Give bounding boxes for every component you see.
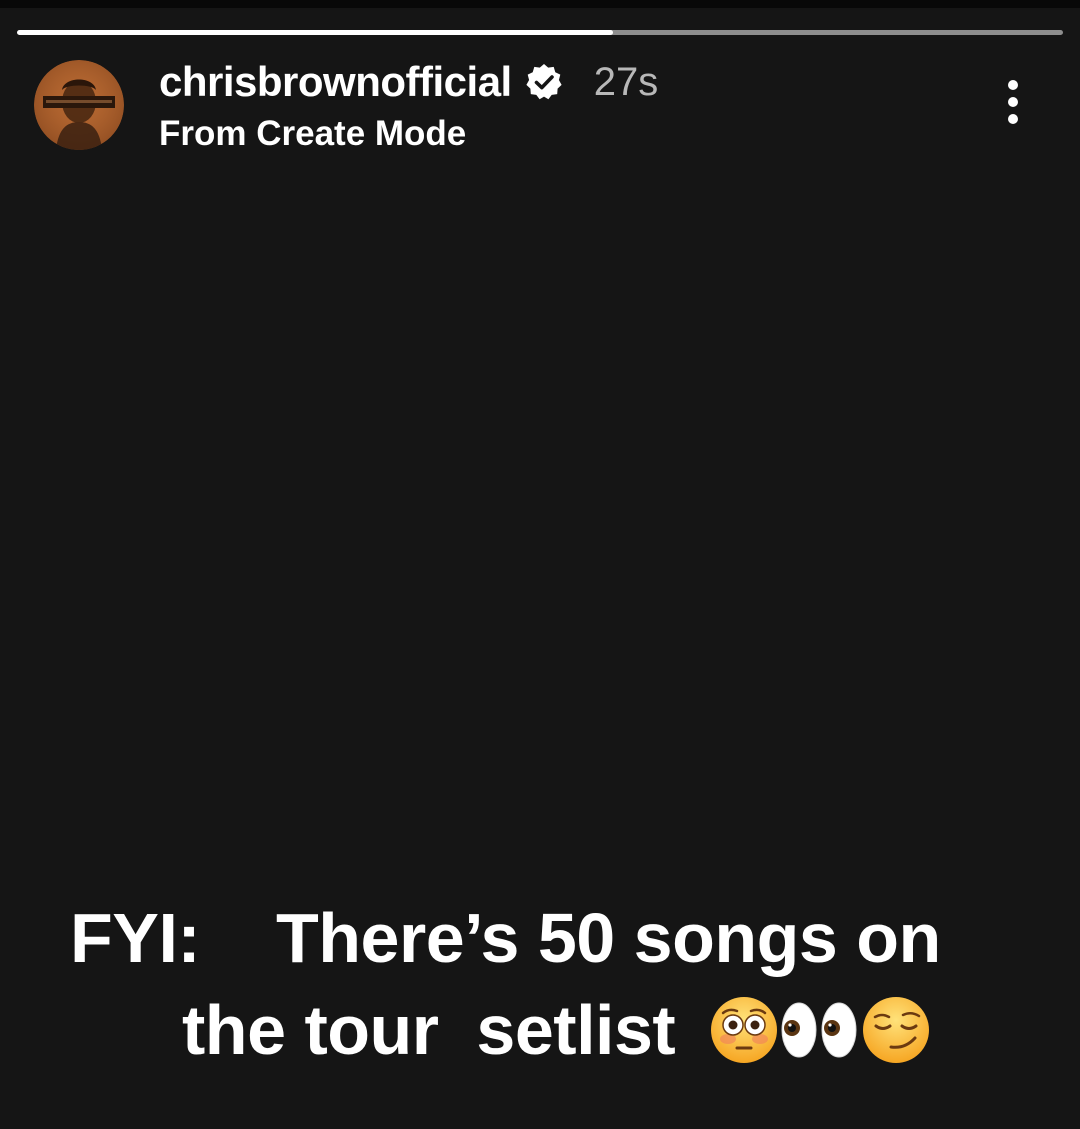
more-vertical-icon-dot [1008, 114, 1018, 124]
caption-text-2: the tour setlist [182, 991, 676, 1069]
caption-fyi-label: FYI: [70, 899, 201, 977]
avatar-image [34, 60, 124, 150]
story-progress-fill [17, 30, 614, 35]
flushed-face-emoji [711, 997, 778, 1063]
status-bar-strip [0, 0, 1080, 8]
caption-line-1: FYI: There’s 50 songs on [70, 892, 941, 984]
smirking-face-emoji [863, 997, 930, 1063]
more-vertical-icon-dot [1008, 97, 1018, 107]
caption-emojis [709, 995, 931, 1065]
story-progress-bar [17, 30, 1063, 35]
caption-text-1: There’s 50 songs on [276, 899, 941, 977]
story-source-label[interactable]: From Create Mode [159, 114, 466, 154]
more-options-button[interactable] [990, 74, 1036, 130]
story-header: chrisbrownofficial 27s [159, 54, 658, 110]
username[interactable]: chrisbrownofficial [159, 58, 512, 106]
avatar[interactable] [34, 60, 124, 150]
caption-line-2: the tour setlist [182, 984, 931, 1076]
verified-badge-icon [524, 62, 564, 102]
more-vertical-icon [1008, 80, 1018, 90]
eyes-emoji [781, 1002, 857, 1058]
story-timestamp: 27s [593, 59, 659, 104]
